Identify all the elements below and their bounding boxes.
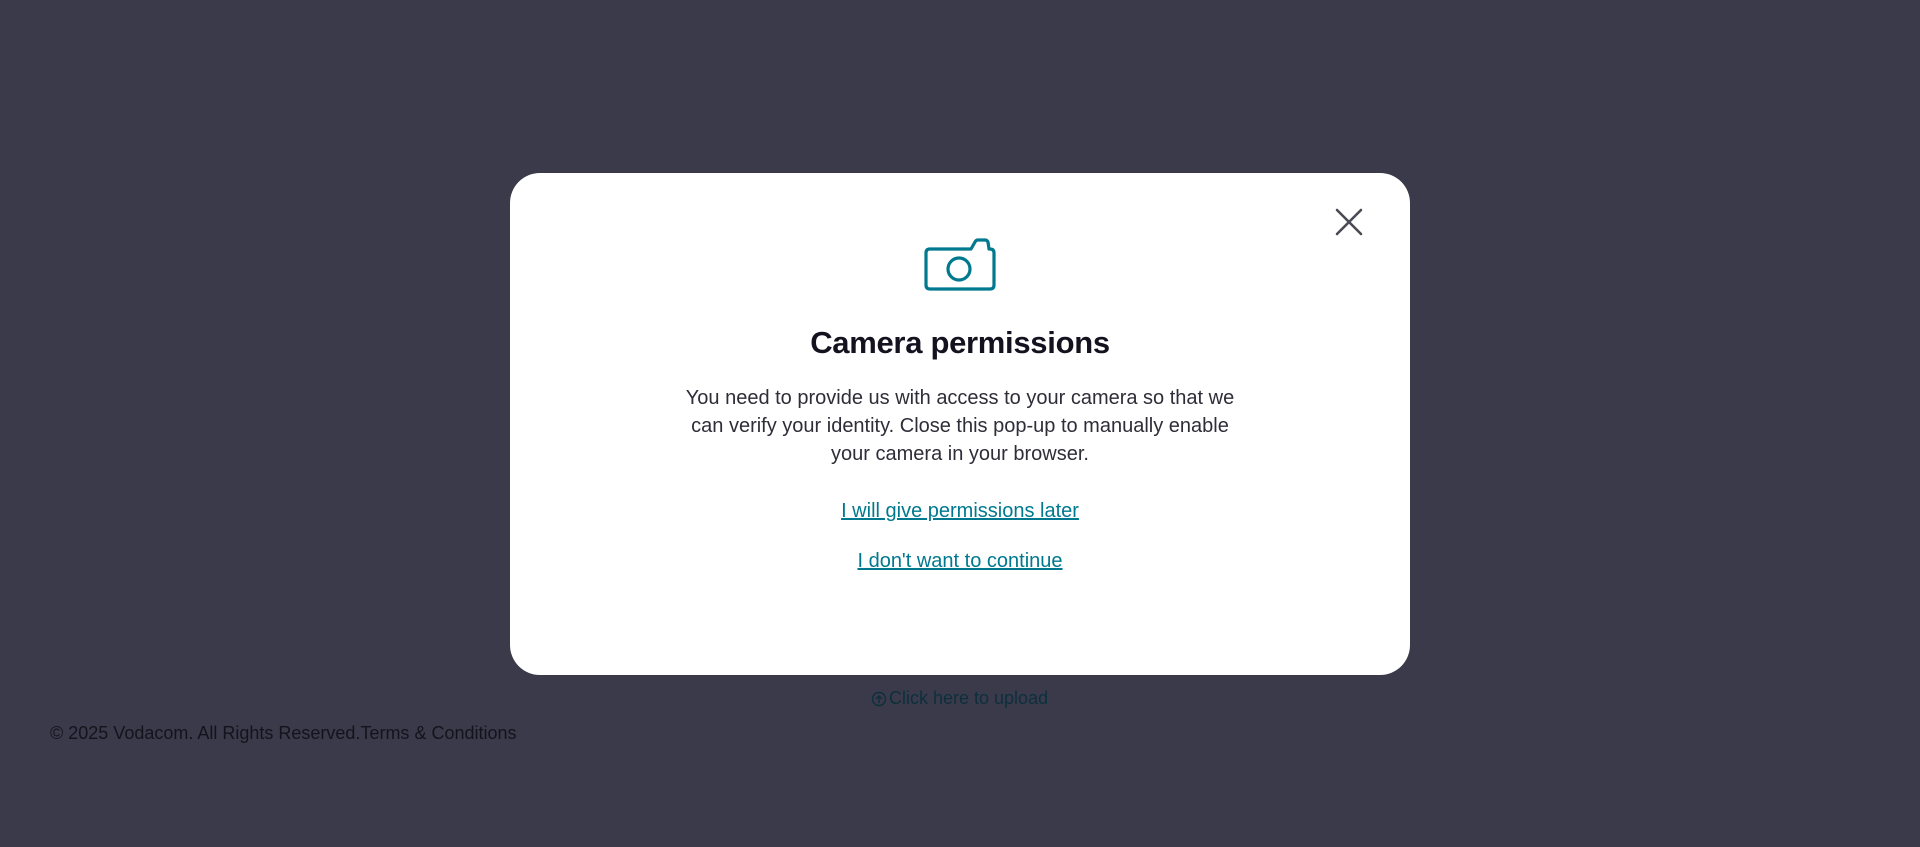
upload-link[interactable]: Click here to upload	[871, 688, 1048, 709]
footer: © 2025 Vodacom. All Rights Reserved. Ter…	[50, 723, 517, 744]
close-icon	[1335, 208, 1363, 236]
modal-title: Camera permissions	[810, 325, 1110, 360]
close-button[interactable]	[1332, 205, 1366, 239]
give-permissions-later-link: I will give permissions later	[510, 500, 1410, 523]
dont-continue-link: I don't want to continue	[510, 550, 1410, 573]
footer-copyright: © 2025 Vodacom. All Rights Reserved.	[50, 723, 361, 743]
upload-arrow-icon	[871, 691, 887, 707]
give-permissions-later-label[interactable]: I will give permissions later	[841, 500, 1079, 522]
upload-link-label: Click here to upload	[889, 688, 1049, 708]
dont-continue-label[interactable]: I don't want to continue	[857, 550, 1062, 572]
modal-description: You need to provide us with access to yo…	[685, 387, 1235, 465]
camera-permissions-modal: Camera permissions You need to provide u…	[510, 173, 1410, 675]
camera-icon	[924, 238, 996, 291]
terms-link[interactable]: Terms & Conditions	[360, 723, 516, 744]
